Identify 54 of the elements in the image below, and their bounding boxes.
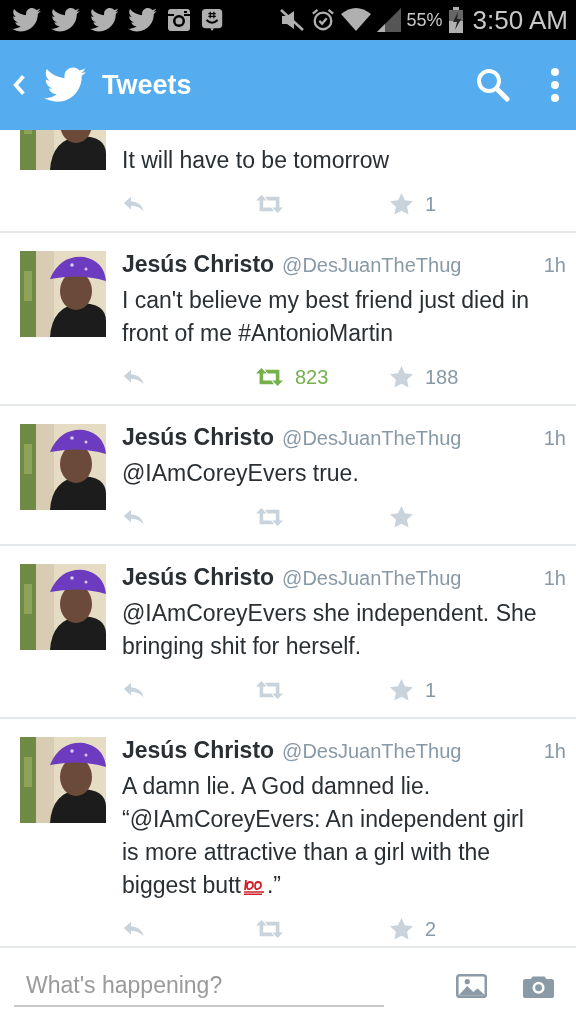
signal-icon <box>376 8 401 32</box>
retweet-icon[interactable] <box>256 195 283 213</box>
bird-icon <box>128 8 158 32</box>
wifi-icon <box>340 8 371 32</box>
reply-icon[interactable] <box>122 508 146 526</box>
bird-icon <box>89 8 119 32</box>
retweet-icon[interactable] <box>256 681 283 699</box>
search-icon[interactable] <box>476 68 510 102</box>
camera-icon <box>167 8 192 32</box>
retweet-icon[interactable] <box>256 368 283 386</box>
favorite-count: 1 <box>424 192 437 216</box>
tweet-time: 1h <box>543 740 566 763</box>
author-name[interactable]: Jesús Christo <box>122 251 275 278</box>
bird-icon <box>12 8 41 32</box>
screen-title: Tweets <box>102 69 192 101</box>
retweet-count: 823 <box>295 365 329 389</box>
tweet-text: biggest butt <box>122 871 241 900</box>
battery-percentage: 55% <box>406 9 443 31</box>
favorite-count: 2 <box>424 917 437 941</box>
author-name[interactable]: Jesús Christo <box>122 424 275 451</box>
status-time: 3:50 AM <box>472 4 568 36</box>
tweet-text: @IAmCoreyEvers she independent. She bringing shit for herself. <box>122 599 538 661</box>
favorite-count: 1 <box>424 678 437 702</box>
reply-icon[interactable] <box>122 195 146 213</box>
tweet-time: 1h <box>543 427 566 450</box>
overflow-menu-icon[interactable] <box>550 67 560 103</box>
tweet-text: @IAmCoreyEvers true. <box>122 459 360 488</box>
mute-icon <box>278 8 305 32</box>
tweet-time: 1h <box>543 254 566 277</box>
star-icon[interactable] <box>390 366 413 388</box>
reply-icon[interactable] <box>122 920 146 938</box>
image-icon[interactable] <box>455 972 487 1000</box>
bird-icon <box>50 8 80 32</box>
retweet-icon[interactable] <box>256 920 283 938</box>
back-icon[interactable] <box>12 74 26 96</box>
compose-field[interactable]: What's happening? <box>14 965 384 1007</box>
reply-icon[interactable] <box>122 368 146 386</box>
tweet-text: It will have to be tomorrow <box>122 146 391 175</box>
retweet-icon[interactable] <box>256 508 283 526</box>
star-icon[interactable] <box>390 506 413 528</box>
star-icon[interactable] <box>390 679 413 701</box>
tweet-text: I can't believe my best friend just died in front of me #AntonioMartin <box>122 286 531 348</box>
alarm-icon <box>310 8 335 32</box>
tweet-time: 1h <box>543 567 566 590</box>
author-name[interactable]: Jesús Christo <box>122 564 275 591</box>
chat-icon <box>201 8 224 32</box>
tweet-text: .” <box>266 871 281 900</box>
star-icon[interactable] <box>390 193 413 215</box>
bird-icon <box>44 67 86 103</box>
battery-icon <box>448 7 463 33</box>
author-name[interactable]: Jesús Christo <box>122 737 275 764</box>
favorite-count: 188 <box>424 365 459 389</box>
reply-icon[interactable] <box>122 681 146 699</box>
star-icon[interactable] <box>390 918 413 940</box>
